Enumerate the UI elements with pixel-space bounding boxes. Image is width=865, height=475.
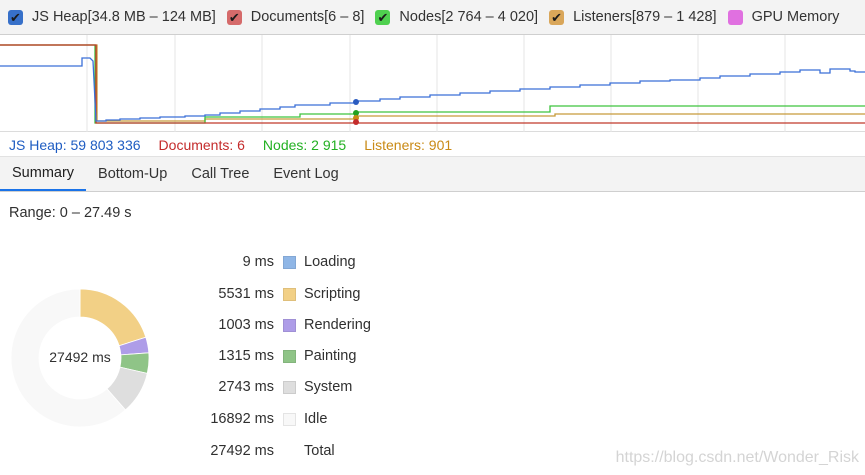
summary-row-rendering: 1003 ms Rendering [190,313,371,337]
listeners-line [0,44,865,122]
counter-legend: ✔ JS Heap[34.8 MB – 124 MB] ✔ Documents[… [0,0,865,35]
js-heap-checkbox[interactable]: ✔ [8,9,23,25]
documents-checkbox[interactable]: ✔ [226,9,242,25]
counter-values: JS Heap: 59 803 336 Documents: 6 Nodes: … [0,133,865,157]
row-value: 2743 ms [218,379,274,395]
details-tabbar: Summary Bottom-Up Call Tree Event Log [0,157,865,192]
range-label: Range: 0 – 27.49 s [9,205,132,221]
summary-pie-chart: 27492 ms [10,288,150,428]
tab-bottom-up[interactable]: Bottom-Up [86,157,179,191]
row-category: Idle [304,411,328,427]
documents-marker [353,119,359,125]
row-category: Painting [304,348,357,364]
nodes-line [0,44,865,124]
tab-event-log[interactable]: Event Log [261,157,350,191]
legend-item-listeners[interactable]: ✔ Listeners[879 – 1 428] [549,9,717,25]
summary-row-idle: 16892 ms Idle [190,407,327,431]
row-category: Rendering [304,317,371,333]
counter-graph-svg [0,35,865,132]
nodes-checkbox[interactable]: ✔ [375,9,391,25]
pie-slice-scripting [79,288,147,347]
loading-swatch [283,255,296,269]
js-heap-marker [353,99,359,105]
documents-line [0,44,865,124]
legend-item-nodes[interactable]: ✔ Nodes[2 764 – 4 020] [375,9,538,25]
documents-counter: Documents: 6 [158,136,245,153]
system-swatch [283,380,296,394]
tab-summary[interactable]: Summary [0,157,87,191]
rendering-swatch [283,318,296,332]
listeners-checkbox[interactable]: ✔ [549,9,565,25]
idle-swatch [283,412,296,426]
row-value: 16892 ms [210,411,274,427]
row-value: 9 ms [242,254,274,270]
legend-label: Documents[6 – 8] [250,9,365,25]
legend-label: Nodes[2 764 – 4 020] [399,9,539,25]
summary-row-loading: 9 ms Loading [190,250,356,274]
js-heap-counter: JS Heap: 59 803 336 [9,136,141,153]
watermark-text: https://blog.csdn.net/Wonder_Risk [615,449,859,466]
gpu-memory-checkbox[interactable] [727,9,743,25]
row-value: 5531 ms [218,286,274,302]
legend-label: Listeners[879 – 1 428] [573,9,717,25]
legend-label: GPU Memory [751,9,840,25]
legend-item-js-heap[interactable]: ✔ JS Heap[34.8 MB – 124 MB] [8,9,216,25]
legend-item-gpu-memory[interactable]: GPU Memory [727,9,840,25]
row-category: Scripting [304,286,361,302]
summary-row-total: 27492 ms Total [190,439,335,463]
legend-label: JS Heap[34.8 MB – 124 MB] [32,9,216,25]
row-value: 27492 ms [210,443,274,459]
tab-call-tree[interactable]: Call Tree [179,157,261,191]
summary-row-painting: 1315 ms Painting [190,344,356,368]
row-value: 1315 ms [218,348,274,364]
summary-row-scripting: 5531 ms Scripting [190,282,360,306]
legend-item-documents[interactable]: ✔ Documents[6 – 8] [226,9,365,25]
scripting-swatch [283,287,296,301]
summary-row-system: 2743 ms System [190,375,352,399]
memory-counter-graph[interactable] [0,35,865,132]
listeners-counter: Listeners: 901 [364,136,453,153]
pie-total-label: 27492 ms [49,349,111,365]
row-value: 1003 ms [218,317,274,333]
row-category: Total [304,443,335,459]
nodes-counter: Nodes: 2 915 [262,136,347,153]
row-category: Loading [304,254,356,270]
painting-swatch [283,349,296,363]
row-category: System [304,379,353,395]
